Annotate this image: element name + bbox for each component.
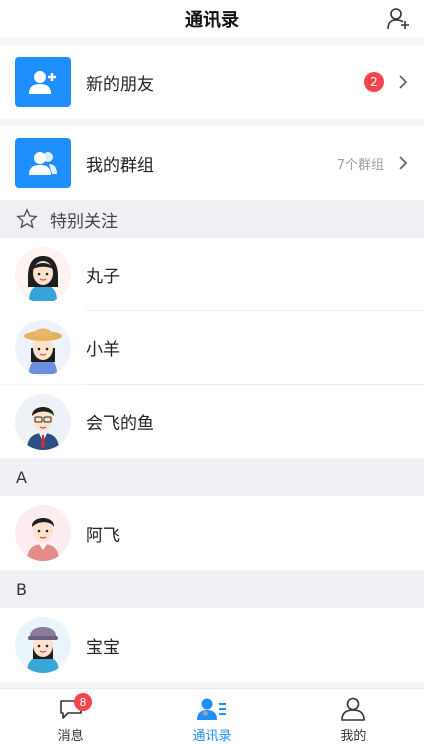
section-letter: B — [16, 580, 27, 599]
tab-label: 通讯录 — [192, 729, 232, 744]
avatar — [15, 393, 71, 450]
avatar — [15, 617, 71, 673]
contact-name: 小羊 — [86, 340, 120, 360]
bottom-tab-bar: 8 消息 通讯录 我的 — [0, 688, 424, 749]
tab-contacts[interactable]: 通讯录 — [141, 689, 282, 749]
contacts-icon — [196, 698, 226, 720]
section-header-a: A — [0, 459, 424, 496]
top-bar: 通讯录 — [0, 0, 424, 38]
user-icon — [341, 697, 366, 721]
group-count: 7个群组 — [336, 157, 384, 173]
tab-label: 我的 — [340, 729, 367, 744]
avatar — [15, 319, 71, 376]
contact-row[interactable]: 丸子 — [0, 238, 424, 311]
contact-row[interactable]: 小羊 — [0, 311, 424, 384]
contact-row[interactable]: 阿飞 — [0, 496, 424, 570]
tab-me[interactable]: 我的 — [283, 689, 424, 749]
contact-name: 阿飞 — [86, 525, 120, 546]
tab-label: 消息 — [57, 729, 84, 744]
contact-name: 丸子 — [86, 267, 120, 287]
add-contact-icon[interactable] — [386, 6, 412, 32]
contact-name: 会飞的鱼 — [86, 414, 154, 434]
contact-row[interactable]: 会飞的鱼 — [0, 385, 424, 458]
avatar — [15, 505, 71, 561]
section-header-b: B — [0, 571, 424, 608]
new-friends-badge: 2 — [364, 72, 384, 92]
chevron-right-icon — [399, 156, 408, 170]
group-icon — [15, 138, 71, 188]
messages-badge: 8 — [74, 693, 92, 711]
new-friends-label: 新的朋友 — [86, 74, 154, 95]
special-follow-title: 特别关注 — [50, 211, 118, 232]
contact-row[interactable]: 宝宝 — [0, 608, 424, 682]
contact-name: 宝宝 — [86, 637, 120, 658]
new-friends-row[interactable]: 新的朋友 2 — [0, 45, 424, 119]
avatar — [15, 246, 71, 303]
page-title: 通讯录 — [185, 10, 239, 31]
my-groups-label: 我的群组 — [86, 155, 154, 176]
star-icon — [16, 208, 38, 229]
chevron-right-icon — [399, 75, 408, 89]
my-groups-row[interactable]: 我的群组 7个群组 — [0, 126, 424, 200]
special-follow-header: 特别关注 — [0, 200, 424, 238]
section-letter: A — [16, 468, 27, 487]
tab-messages[interactable]: 8 消息 — [0, 689, 141, 749]
new-friend-icon — [15, 57, 71, 107]
